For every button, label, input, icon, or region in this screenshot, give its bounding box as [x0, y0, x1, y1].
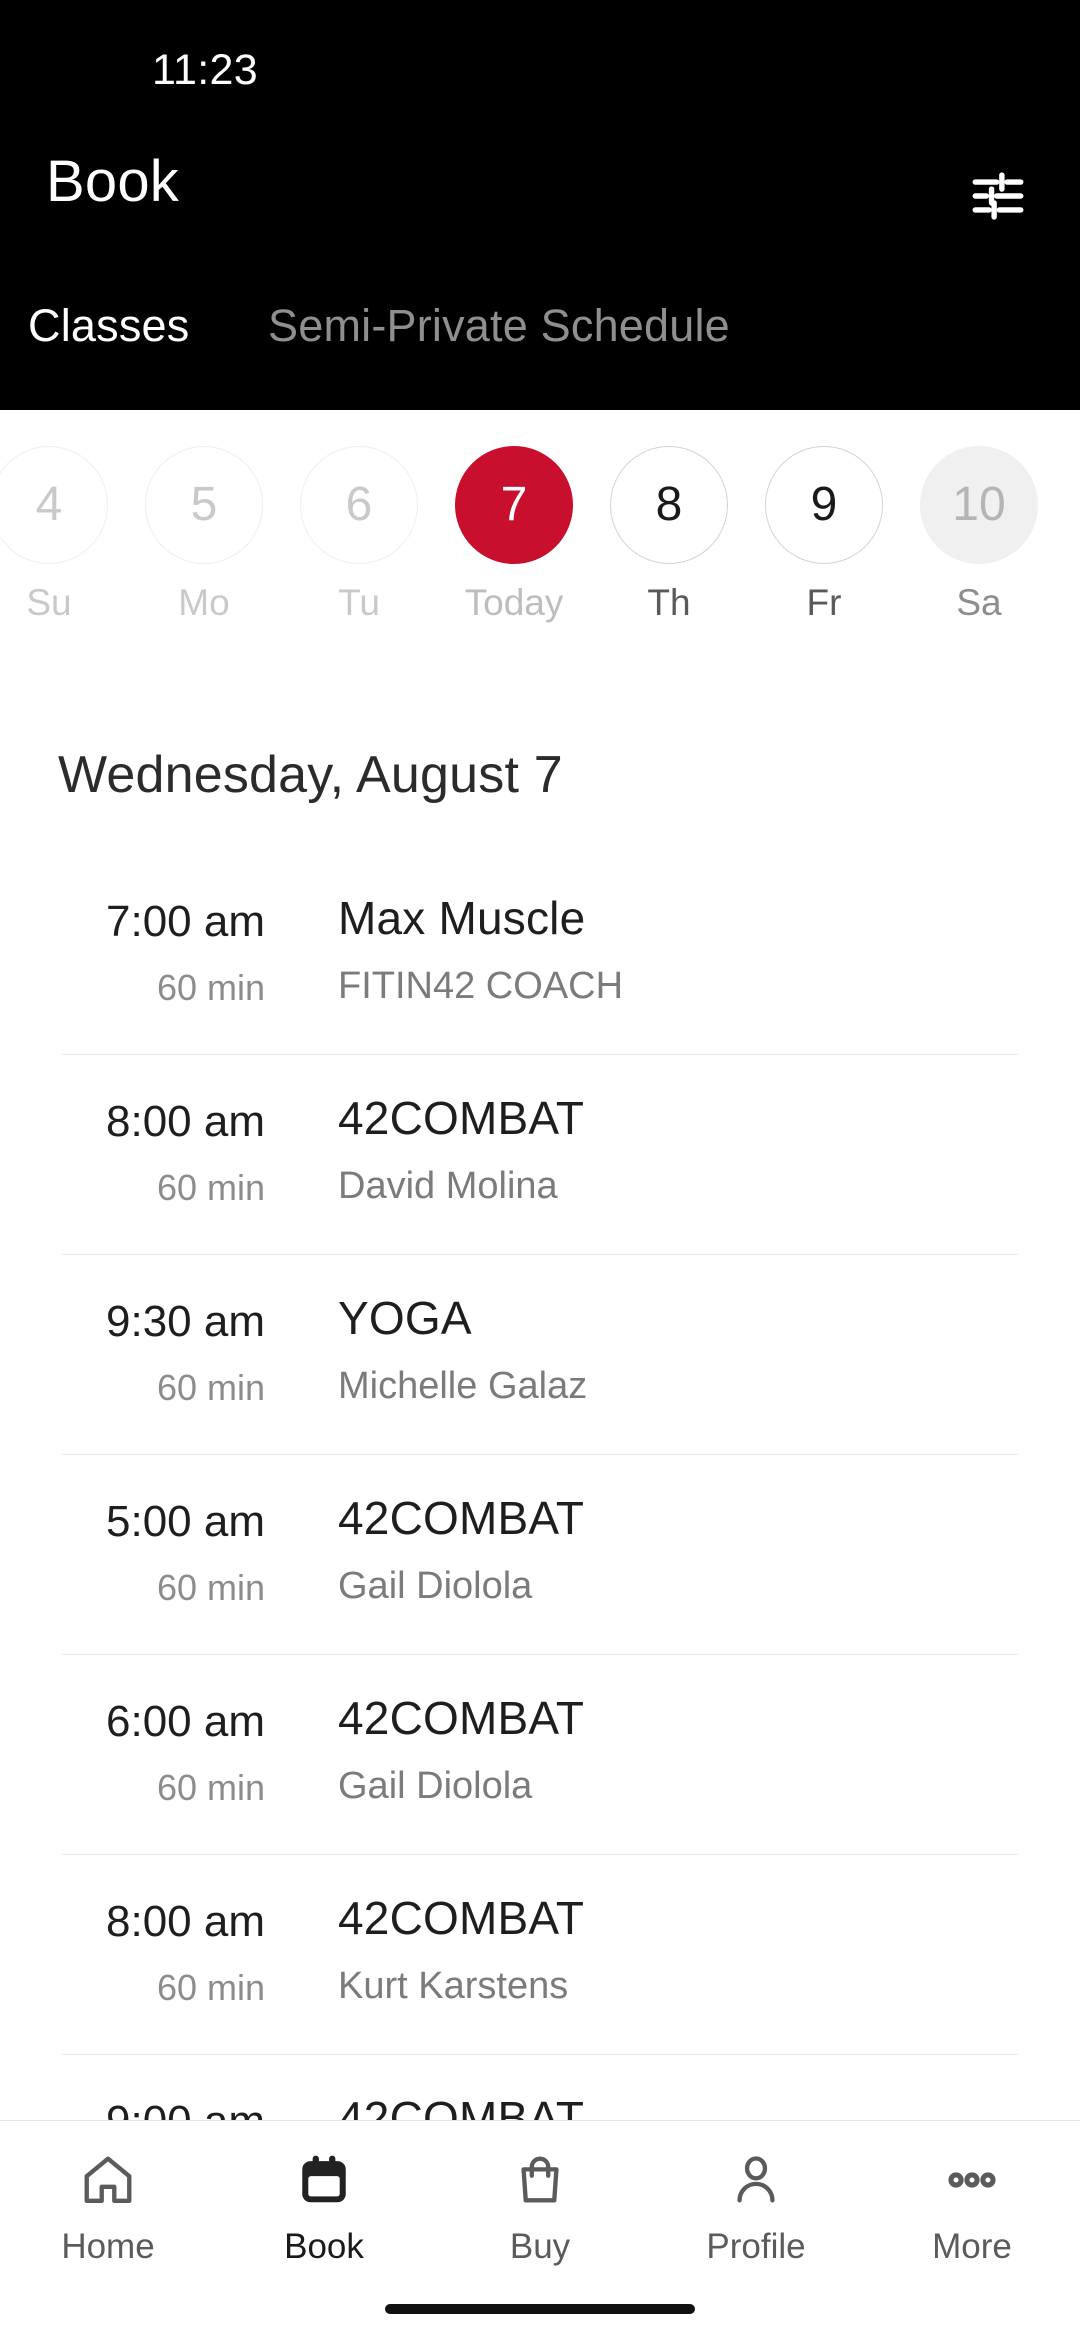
class-duration: 60 min	[156, 1967, 265, 2008]
class-coach: Gail Diolola	[338, 1765, 533, 1807]
class-coach: Gail Diolola	[338, 1565, 533, 1607]
nav-item-book[interactable]: Book	[216, 2147, 432, 2287]
class-name: 42COMBAT	[338, 1092, 585, 1144]
date-chip-number: 6	[300, 446, 418, 564]
class-coach: Kurt Karstens	[338, 1965, 569, 2007]
bag-icon	[511, 2147, 569, 2213]
class-coach: FITIN42 COACH	[338, 965, 624, 1007]
date-chip-weekday: Tu	[338, 582, 380, 623]
class-duration: 60 min	[156, 1367, 265, 1408]
date-chip-7-today[interactable]: 7 Today	[443, 446, 585, 621]
class-list-item[interactable]: 9:00 am 42COMBAT	[0, 2055, 1080, 2120]
status-bar: 11:23	[0, 0, 1080, 120]
class-name: YOGA	[338, 1292, 472, 1344]
home-icon	[79, 2147, 137, 2213]
tab-bar: Classes Semi-Private Schedule	[0, 300, 1080, 410]
date-chip-number: 7	[455, 446, 573, 564]
selected-date-heading: Wednesday, August 7	[58, 746, 563, 804]
class-name: Max Muscle	[338, 892, 586, 944]
nav-item-more[interactable]: More	[864, 2147, 1080, 2287]
class-duration: 60 min	[156, 1167, 265, 1208]
date-chip-weekday: Su	[26, 582, 72, 623]
date-chip-number: 9	[765, 446, 883, 564]
tab-classes[interactable]: Classes	[28, 300, 189, 352]
filter-button[interactable]	[952, 150, 1044, 242]
class-list-item[interactable]: 8:00 am 60 min 42COMBAT David Molina	[0, 1055, 1080, 1255]
date-chip-weekday: Sa	[956, 582, 1002, 623]
calendar-icon	[295, 2147, 353, 2213]
date-chip-number: 5	[145, 446, 263, 564]
status-bar-clock: 11:23	[152, 46, 258, 94]
class-time: 8:00 am	[106, 1097, 265, 1146]
date-chip-number: 8	[610, 446, 728, 564]
class-list-item[interactable]: 7:00 am 60 min Max Muscle FITIN42 COACH	[0, 855, 1080, 1055]
nav-label: Home	[61, 2227, 155, 2266]
class-list-item[interactable]: 6:00 am 60 min 42COMBAT Gail Diolola	[0, 1655, 1080, 1855]
home-indicator-bar	[385, 2304, 695, 2314]
tab-semi-private-schedule[interactable]: Semi-Private Schedule	[268, 300, 730, 352]
date-chip-weekday: Today	[464, 582, 564, 623]
date-chip-8[interactable]: 8 Th	[598, 446, 740, 621]
nav-label: Buy	[509, 2227, 571, 2266]
date-chip-number: 10	[920, 446, 1038, 564]
class-list-item[interactable]: 5:00 am 60 min 42COMBAT Gail Diolola	[0, 1455, 1080, 1655]
date-chip-9[interactable]: 9 Fr	[753, 446, 895, 621]
nav-item-buy[interactable]: Buy	[432, 2147, 648, 2287]
class-duration: 60 min	[156, 967, 265, 1008]
date-selector-strip[interactable]: 4 Su 5 Mo 6 Tu 7 Today 8 Th 9 Fr 10 Sa	[0, 410, 1080, 660]
app-bar: Book	[0, 130, 1080, 260]
date-chip-number: 4	[0, 446, 108, 564]
nav-label: Profile	[706, 2227, 806, 2266]
nav-label: Book	[284, 2227, 364, 2266]
page-title: Book	[46, 149, 179, 214]
ellipsis-icon	[943, 2147, 1001, 2213]
date-chip-5[interactable]: 5 Mo	[133, 446, 275, 621]
person-icon	[727, 2147, 785, 2213]
class-coach: Michelle Galaz	[338, 1365, 588, 1407]
class-coach: David Molina	[338, 1165, 558, 1207]
class-time: 6:00 am	[106, 1697, 265, 1746]
class-time: 8:00 am	[106, 1897, 265, 1946]
date-chip-10[interactable]: 10 Sa	[908, 446, 1050, 621]
class-time: 5:00 am	[106, 1497, 265, 1546]
class-time: 7:00 am	[106, 897, 265, 946]
date-chip-weekday: Th	[647, 582, 691, 623]
nav-item-profile[interactable]: Profile	[648, 2147, 864, 2287]
class-name: 42COMBAT	[338, 1492, 585, 1544]
date-chip-6[interactable]: 6 Tu	[288, 446, 430, 621]
date-chip-weekday: Fr	[806, 582, 842, 623]
bottom-navigation-bar: Home Book Buy Profile More	[0, 2120, 1080, 2340]
date-chip-4[interactable]: 4 Su	[0, 446, 120, 621]
class-name: 42COMBAT	[338, 1892, 585, 1944]
app-header: 11:23 Book Classes Semi-Private Schedule	[0, 0, 1080, 410]
date-chip-weekday: Mo	[178, 582, 230, 623]
class-list-item[interactable]: 9:30 am 60 min YOGA Michelle Galaz	[0, 1255, 1080, 1455]
nav-label: More	[932, 2227, 1012, 2266]
class-time: 9:30 am	[106, 1297, 265, 1346]
nav-item-home[interactable]: Home	[0, 2147, 216, 2287]
class-name: 42COMBAT	[338, 1692, 585, 1744]
sliders-filter-icon	[972, 172, 1024, 220]
class-duration: 60 min	[156, 1567, 265, 1608]
class-duration: 60 min	[156, 1767, 265, 1808]
app-screen: 11:23 Book Classes Semi-Private Schedule…	[0, 0, 1080, 2340]
class-list-item[interactable]: 8:00 am 60 min 42COMBAT Kurt Karstens	[0, 1855, 1080, 2055]
class-time: 9:00 am	[0, 2097, 265, 2120]
class-schedule-list[interactable]: 7:00 am 60 min Max Muscle FITIN42 COACH …	[0, 855, 1080, 2120]
class-name: 42COMBAT	[338, 2092, 585, 2120]
